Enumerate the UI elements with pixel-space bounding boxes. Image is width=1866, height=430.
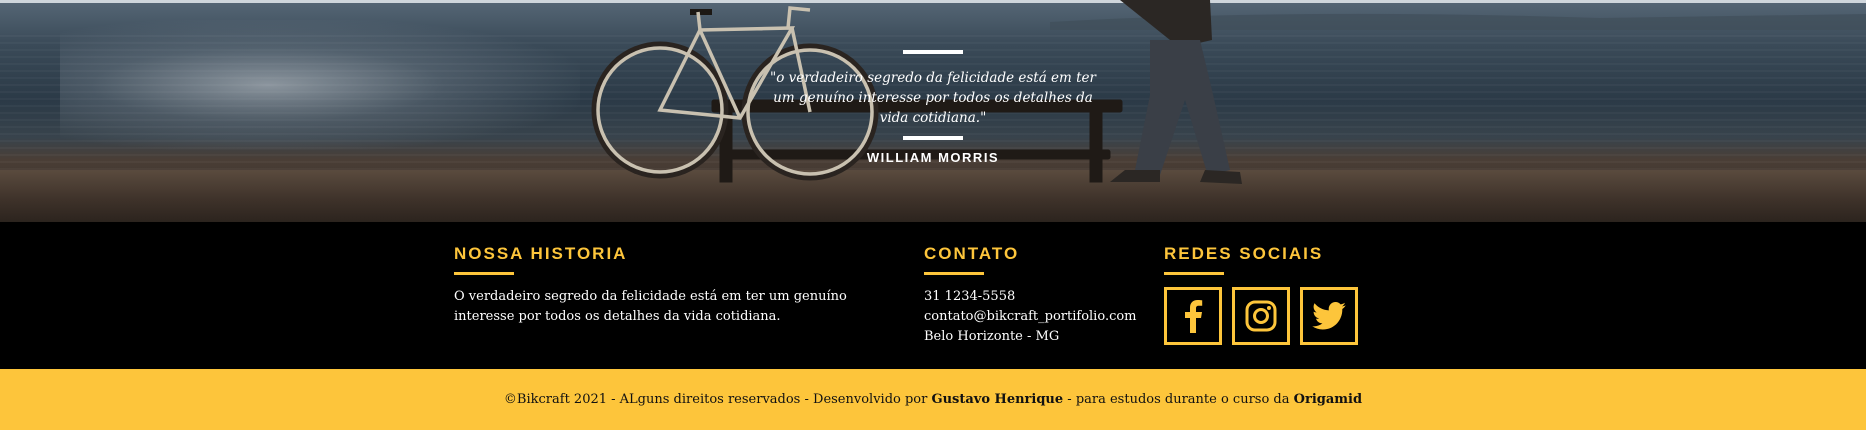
quote-section: "o verdadeiro segredo da felicidade está… — [0, 0, 1866, 222]
quote-bottom-divider — [903, 136, 963, 140]
copyright-middle: - para estudos durante o curso da — [1063, 392, 1294, 407]
copyright-text: ©Bikcraft 2021 - ALguns direitos reserva… — [504, 392, 1362, 407]
copyright-bar: ©Bikcraft 2021 - ALguns direitos reserva… — [0, 369, 1866, 430]
footer-contato: CONTATO 31 1234-5558 contato@bikcraft_po… — [924, 244, 1154, 347]
footer-historia: NOSSA HISTORIA O verdadeiro segredo da f… — [454, 244, 894, 327]
contato-email: contato@bikcraft_portifolio.com — [924, 309, 1137, 324]
quote-text: "o verdadeiro segredo da felicidade está… — [770, 70, 1096, 126]
copyright-author: Gustavo Henrique — [931, 392, 1064, 407]
contato-list: 31 1234-5558 contato@bikcraft_portifolio… — [924, 287, 1154, 347]
facebook-link[interactable] — [1164, 287, 1222, 345]
contato-underline — [924, 272, 984, 275]
historia-underline — [454, 272, 514, 275]
instagram-icon — [1245, 300, 1277, 332]
quote-author: WILLIAM MORRIS — [866, 150, 1000, 165]
footer: NOSSA HISTORIA O verdadeiro segredo da f… — [0, 222, 1866, 369]
redes-underline — [1164, 272, 1224, 275]
contato-phone: 31 1234-5558 — [924, 289, 1016, 304]
quote-block: "o verdadeiro segredo da felicidade está… — [760, 50, 1106, 165]
contato-title: CONTATO — [924, 244, 1020, 263]
footer-redes-sociais: REDES SOCIAIS — [1164, 244, 1384, 345]
twitter-icon — [1312, 302, 1346, 330]
social-links — [1164, 287, 1384, 345]
historia-text: O verdadeiro segredo da felicidade está … — [454, 289, 847, 324]
copyright-school: Origamid — [1293, 392, 1363, 407]
quote-top-divider — [903, 50, 963, 54]
instagram-link[interactable] — [1232, 287, 1290, 345]
contato-address: Belo Horizonte - MG — [924, 329, 1060, 344]
facebook-icon — [1185, 300, 1203, 333]
redes-title: REDES SOCIAIS — [1164, 244, 1324, 263]
copyright-prefix: ©Bikcraft 2021 - ALguns direitos reserva… — [503, 392, 932, 407]
twitter-link[interactable] — [1300, 287, 1358, 345]
historia-title: NOSSA HISTORIA — [454, 244, 628, 263]
